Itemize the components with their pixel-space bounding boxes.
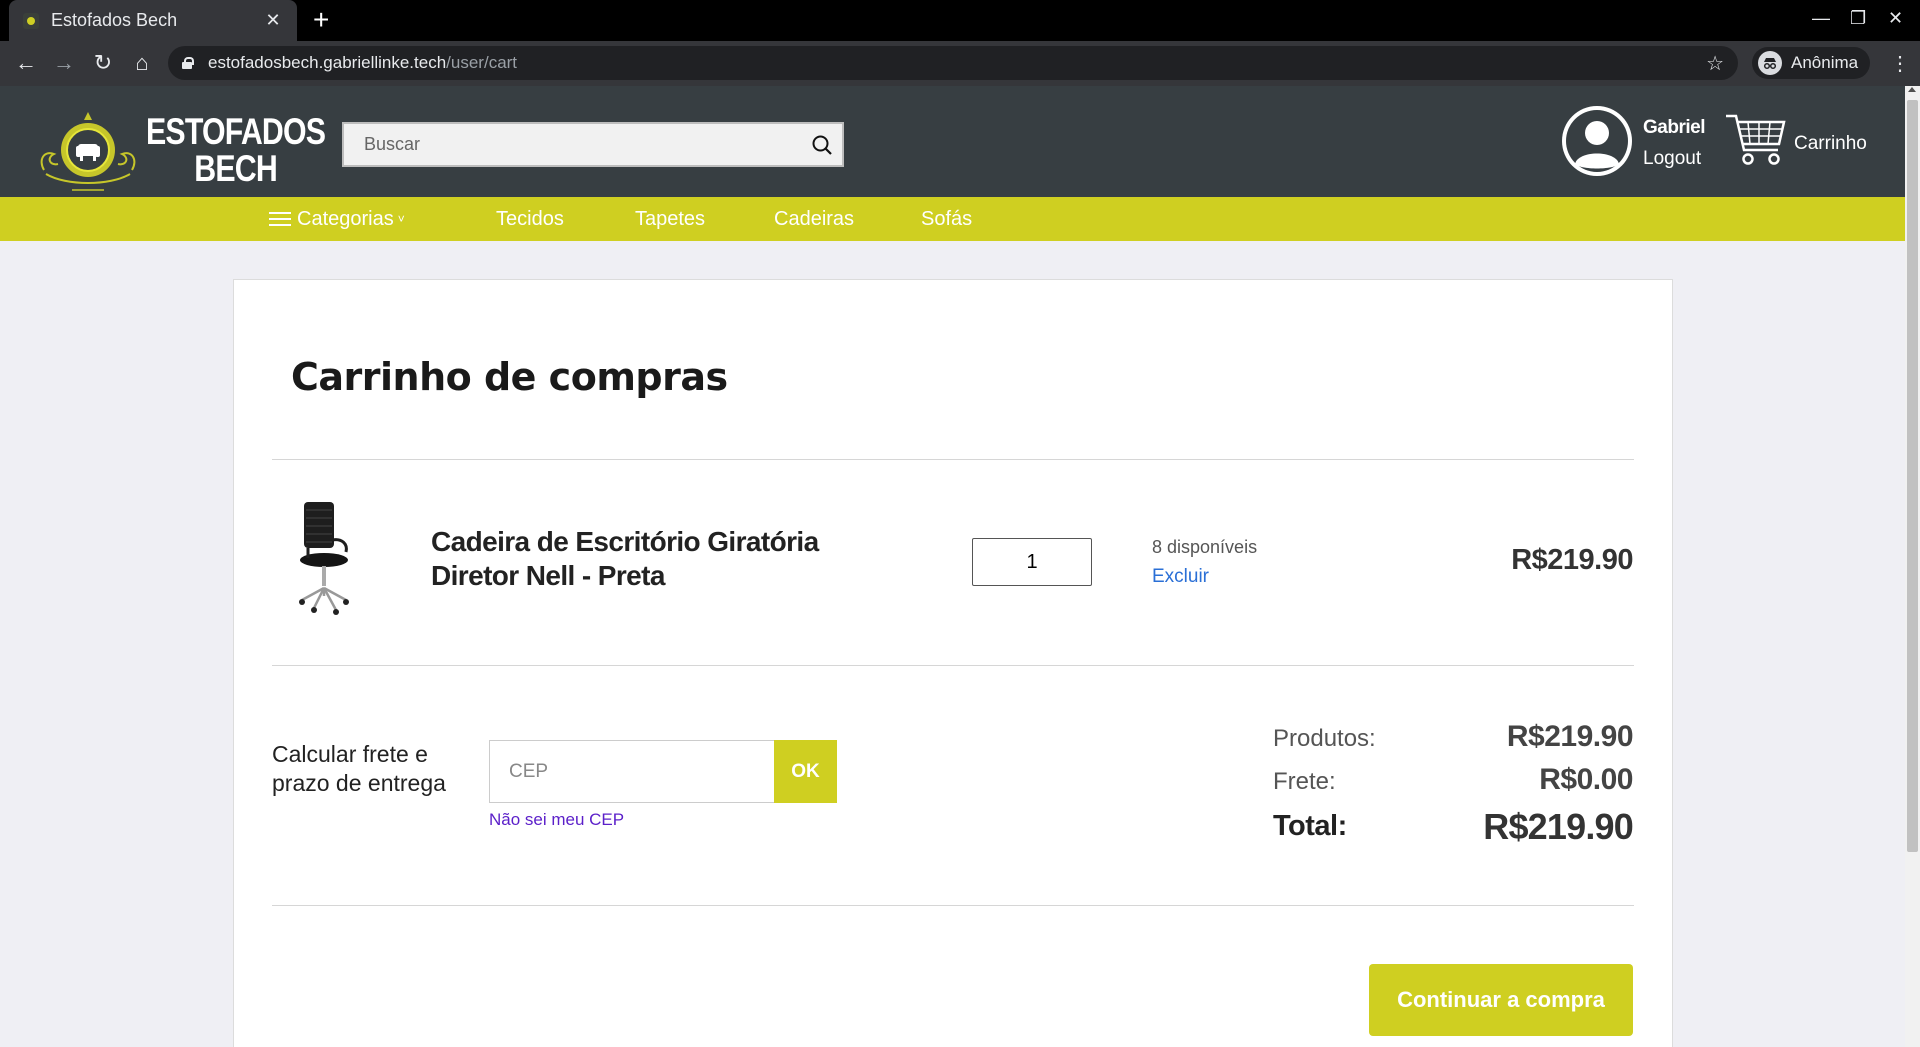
nav-link-cadeiras[interactable]: Cadeiras <box>774 208 854 231</box>
logo-emblem-icon <box>36 108 140 192</box>
categories-label: Categorias <box>297 208 394 230</box>
product-image[interactable] <box>290 498 388 622</box>
search-bar <box>342 122 844 167</box>
favicon-icon <box>23 12 39 29</box>
page-title: Carrinho de compras <box>291 355 728 399</box>
bookmark-star-icon[interactable]: ☆ <box>1706 51 1724 76</box>
home-icon[interactable]: ⌂ <box>128 49 156 77</box>
logo-line-1: ESTOFADOS <box>146 111 326 152</box>
browser-tab[interactable]: Estofados Bech ✕ <box>9 0 297 41</box>
total-label: Total: <box>1273 810 1347 842</box>
site-logo[interactable]: ESTOFADOS BECH <box>36 108 365 192</box>
close-window-icon[interactable]: ✕ <box>1888 8 1903 29</box>
user-avatar-icon[interactable] <box>1562 106 1632 176</box>
url-path: /user/cart <box>446 53 518 72</box>
unknown-cep-link[interactable]: Não sei meu CEP <box>489 810 624 830</box>
category-nav-bar: Categorias ˅ Tecidos Tapetes Cadeiras Sof… <box>0 197 1905 241</box>
search-input[interactable] <box>344 124 802 165</box>
incognito-profile-button[interactable]: Anônima <box>1752 47 1871 79</box>
products-subtotal-value: R$219.90 <box>1506 720 1634 753</box>
tab-close-icon[interactable]: ✕ <box>263 10 283 31</box>
logo-line-2: BECH <box>194 148 278 189</box>
products-subtotal-label: Produtos: <box>1273 725 1376 752</box>
hamburger-icon <box>269 212 291 226</box>
shipping-label: Calcular frete e prazo de entrega <box>272 741 446 796</box>
cart-icon[interactable] <box>1724 112 1788 170</box>
divider <box>272 665 1634 666</box>
forward-icon[interactable]: → <box>50 49 78 77</box>
tab-title: Estofados Bech <box>51 10 178 30</box>
categories-menu-button[interactable]: Categorias ˅ <box>269 208 405 231</box>
cart-link[interactable]: Carrinho <box>1794 133 1867 155</box>
browser-toolbar: ← → ↻ ⌂ estofadosbech.gabriellinke.tech /… <box>0 41 1920 86</box>
lock-icon <box>182 57 194 69</box>
browser-menu-icon[interactable]: ⋮ <box>1890 51 1910 76</box>
address-bar[interactable]: estofadosbech.gabriellinke.tech/user/car… <box>168 46 1738 80</box>
new-tab-button[interactable]: + <box>313 6 329 34</box>
back-icon[interactable]: ← <box>12 49 40 77</box>
profile-label: Anônima <box>1791 53 1859 72</box>
continue-checkout-button[interactable]: Continuar a compra <box>1369 964 1633 1036</box>
cep-input[interactable] <box>489 740 775 803</box>
browser-tab-bar: Estofados Bech ✕ + — ❐ ✕ <box>0 0 1920 41</box>
restore-icon[interactable]: ❐ <box>1850 8 1866 29</box>
logout-link[interactable]: Logout <box>1643 148 1701 170</box>
shipping-cost-value: R$0.00 <box>1539 763 1633 796</box>
nav-link-sofas[interactable]: Sofás <box>921 208 972 231</box>
reload-icon[interactable]: ↻ <box>89 49 117 77</box>
item-price: R$219.90 <box>1511 544 1633 576</box>
remove-item-link[interactable]: Excluir <box>1152 566 1209 588</box>
scrollbar-thumb[interactable] <box>1907 100 1918 852</box>
product-name[interactable]: Cadeira de Escritório Giratória Diretor … <box>431 525 881 593</box>
user-name: Gabriel <box>1643 117 1705 138</box>
stock-text: 8 disponíveis <box>1152 537 1258 557</box>
search-icon[interactable] <box>802 125 842 165</box>
url-host: estofadosbech.gabriellinke.tech <box>208 53 447 72</box>
shipping-cost-label: Frete: <box>1273 768 1336 795</box>
cep-ok-button[interactable]: OK <box>774 740 837 803</box>
scroll-up-arrow-icon[interactable] <box>1908 87 1916 92</box>
total-value: R$219.90 <box>1483 806 1634 847</box>
chevron-down-icon: ˅ <box>397 212 405 226</box>
quantity-input[interactable] <box>972 538 1092 586</box>
nav-link-tecidos[interactable]: Tecidos <box>496 208 564 231</box>
incognito-icon <box>1758 51 1782 75</box>
nav-link-tapetes[interactable]: Tapetes <box>635 208 705 231</box>
logo-text: ESTOFADOS BECH <box>146 111 326 189</box>
minimize-icon[interactable]: — <box>1812 8 1830 29</box>
divider <box>272 905 1634 906</box>
divider <box>272 459 1634 460</box>
